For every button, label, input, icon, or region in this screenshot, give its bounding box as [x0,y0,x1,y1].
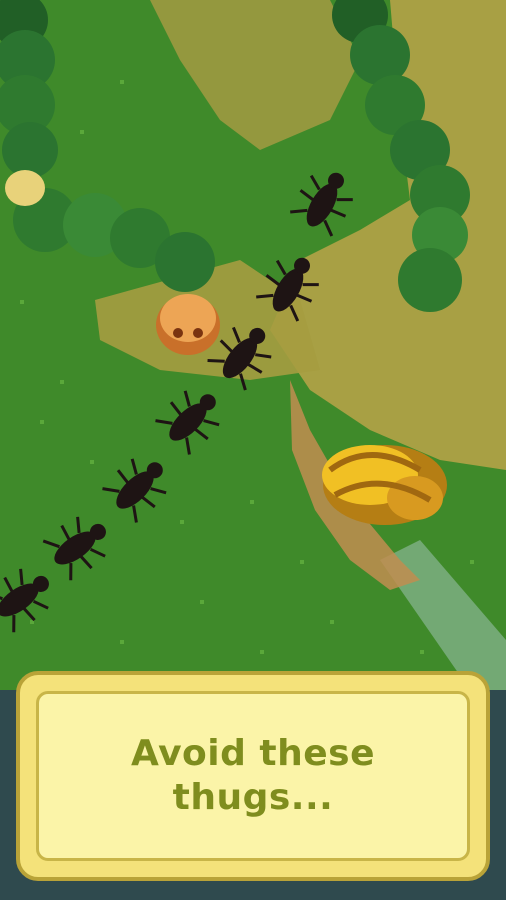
dialog-box[interactable]: Avoid these thugs... [16,671,490,881]
dialog-line-1: Avoid these [130,733,376,774]
dialog-line-2: thugs... [172,777,334,818]
dialog-inner-panel: Avoid these thugs... [36,691,470,861]
dialog-message: Avoid these thugs... [131,732,375,820]
seed-icon [5,170,45,206]
